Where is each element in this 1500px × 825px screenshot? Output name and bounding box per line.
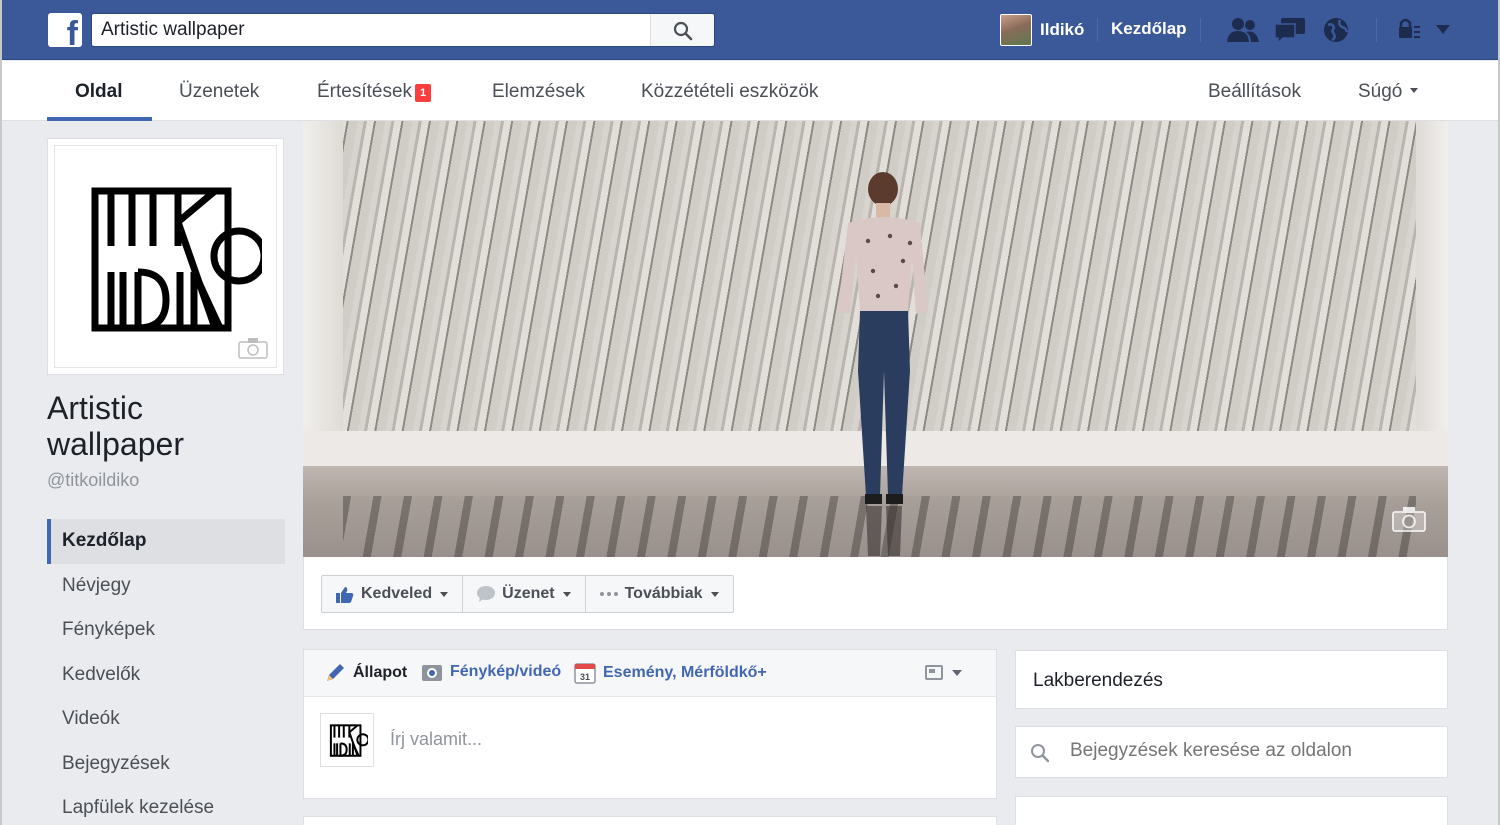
search-input[interactable] <box>92 14 652 46</box>
cover-wall-edge <box>1416 121 1448 461</box>
composer-avatar <box>320 713 374 767</box>
search-icon <box>1031 744 1050 763</box>
composer-tab-photo-video[interactable]: Fénykép/videó <box>421 662 561 682</box>
like-button[interactable]: Kedveled <box>322 576 464 612</box>
divider <box>1200 18 1201 42</box>
chevron-down-icon <box>710 591 719 597</box>
page-post-search <box>1015 726 1448 778</box>
home-link[interactable]: Kezdőlap <box>1111 19 1187 39</box>
top-bar: f Ildikó Kezdőlap <box>0 0 1500 60</box>
right-card <box>1015 796 1448 825</box>
message-button[interactable]: Üzenet <box>463 576 586 612</box>
camera-icon[interactable] <box>238 337 268 359</box>
tab-insights[interactable]: Elemzések <box>492 61 585 121</box>
composer-body: Írj valamit... <box>304 697 996 799</box>
search-button[interactable] <box>650 14 714 46</box>
composer-tab-status[interactable]: Állapot <box>324 662 407 684</box>
leftnav-item-likes[interactable]: Kedvelők <box>47 653 285 698</box>
tab-page[interactable]: Oldal <box>75 61 123 121</box>
messages-icon[interactable] <box>1273 16 1307 44</box>
profile-link[interactable]: Ildikó <box>1000 14 1084 46</box>
composer-options-icon[interactable] <box>924 664 966 682</box>
ellipsis-icon <box>599 592 618 596</box>
search-box <box>91 13 715 47</box>
tab-settings[interactable]: Beállítások <box>1208 61 1301 121</box>
leftnav-item-posts[interactable]: Bejegyzések <box>47 742 285 787</box>
composer-text-input[interactable]: Írj valamit... <box>390 729 482 750</box>
notification-badge: 1 <box>415 84 432 102</box>
cover-wall-edge <box>303 121 343 461</box>
profile-picture[interactable] <box>47 138 284 375</box>
calendar-icon: 31 <box>574 663 596 684</box>
avatar <box>1000 14 1032 46</box>
tab-publishing-tools[interactable]: Közzétételi eszközök <box>641 61 818 121</box>
chevron-down-icon <box>562 591 571 597</box>
tab-messages[interactable]: Üzenetek <box>179 61 259 121</box>
search-icon <box>673 21 693 41</box>
page-logo-icon <box>91 187 262 332</box>
leftnav-item-about[interactable]: Névjegy <box>47 564 285 609</box>
cover-woman-figure <box>838 172 928 556</box>
leftnav-item-manage-tabs[interactable]: Lapfülek kezelése <box>47 786 285 825</box>
friend-requests-icon[interactable] <box>1226 16 1260 44</box>
cover-camera-icon[interactable] <box>1392 506 1426 532</box>
divider <box>1376 18 1377 42</box>
leftnav-item-home[interactable]: Kezdőlap <box>47 519 285 564</box>
page-username[interactable]: @titkoildiko <box>47 470 139 491</box>
composer-tab-event[interactable]: 31 Esemény, Mérföldkő+ <box>574 662 767 684</box>
page-nav: Oldal Üzenetek Értesítések 1 Elemzések Kö… <box>0 61 1500 121</box>
notifications-globe-icon[interactable] <box>1322 16 1350 44</box>
pencil-icon <box>327 664 344 681</box>
page-post-search-input[interactable] <box>1070 740 1430 762</box>
page-logo-icon <box>329 724 368 757</box>
cover-photo[interactable] <box>303 121 1448 557</box>
leftnav-item-videos[interactable]: Videók <box>47 697 285 742</box>
camera-icon <box>422 665 442 681</box>
page-action-bar: Kedveled Üzenet Továbbiak <box>303 557 1448 630</box>
action-button-group: Kedveled Üzenet Továbbiak <box>321 575 734 613</box>
thumbs-up-icon <box>336 586 354 603</box>
page-category[interactable]: Lakberendezés <box>1015 650 1448 709</box>
divider <box>1097 18 1098 42</box>
active-tab-indicator <box>47 117 152 121</box>
facebook-logo[interactable]: f <box>48 13 82 47</box>
composer-tabs: Állapot Fénykép/videó 31 Esemény, Mérföl… <box>304 650 996 697</box>
leftnav-item-photos[interactable]: Fényképek <box>47 608 285 653</box>
user-name: Ildikó <box>1040 20 1085 39</box>
speech-bubble-icon <box>477 586 496 602</box>
privacy-shortcuts-icon[interactable] <box>1397 16 1421 44</box>
post-composer: Állapot Fénykép/videó 31 Esemény, Mérföl… <box>303 649 997 799</box>
chevron-down-icon <box>1410 88 1419 93</box>
more-button[interactable]: Továbbiak <box>586 576 733 612</box>
left-nav: Kezdőlap Névjegy Fényképek Kedvelők Vide… <box>47 519 285 825</box>
tab-help[interactable]: Súgó <box>1358 61 1419 121</box>
calendar-day: 31 <box>580 672 590 682</box>
tab-notifications[interactable]: Értesítések 1 <box>317 61 432 121</box>
chevron-down-icon <box>440 591 449 597</box>
page-title: Artistic wallpaper <box>47 390 184 462</box>
next-card <box>303 816 997 825</box>
account-menu-chevron-down-icon[interactable] <box>1436 25 1450 35</box>
profile-picture-frame <box>54 145 277 368</box>
